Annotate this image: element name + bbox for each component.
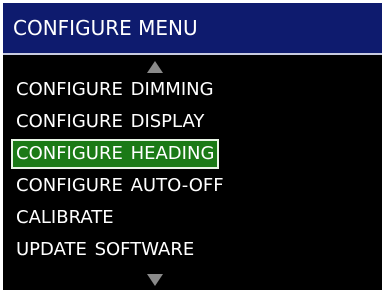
menu-item-update-software[interactable]: UPDATE SOFTWARE: [11, 235, 199, 265]
menu-item-configure-dimming[interactable]: CONFIGURE DIMMING: [11, 75, 219, 105]
menu-item-configure-auto-off[interactable]: CONFIGURE AUTO-OFF: [11, 171, 229, 201]
page-title: CONFIGURE MENU: [13, 16, 198, 40]
menu-item-calibrate[interactable]: CALIBRATE: [11, 203, 119, 233]
device-screen: CONFIGURE MENU CONFIGURE DIMMING CONFIGU…: [3, 3, 382, 290]
menu-item-configure-heading[interactable]: CONFIGURE HEADING: [11, 139, 220, 169]
title-bar: CONFIGURE MENU: [3, 3, 382, 55]
triangle-up-icon-glyph: [147, 61, 163, 73]
triangle-down-icon-glyph: [147, 274, 163, 286]
triangle-up-icon[interactable]: [146, 60, 164, 74]
triangle-down-icon[interactable]: [146, 273, 164, 287]
menu-item-configure-display[interactable]: CONFIGURE DISPLAY: [11, 107, 209, 137]
